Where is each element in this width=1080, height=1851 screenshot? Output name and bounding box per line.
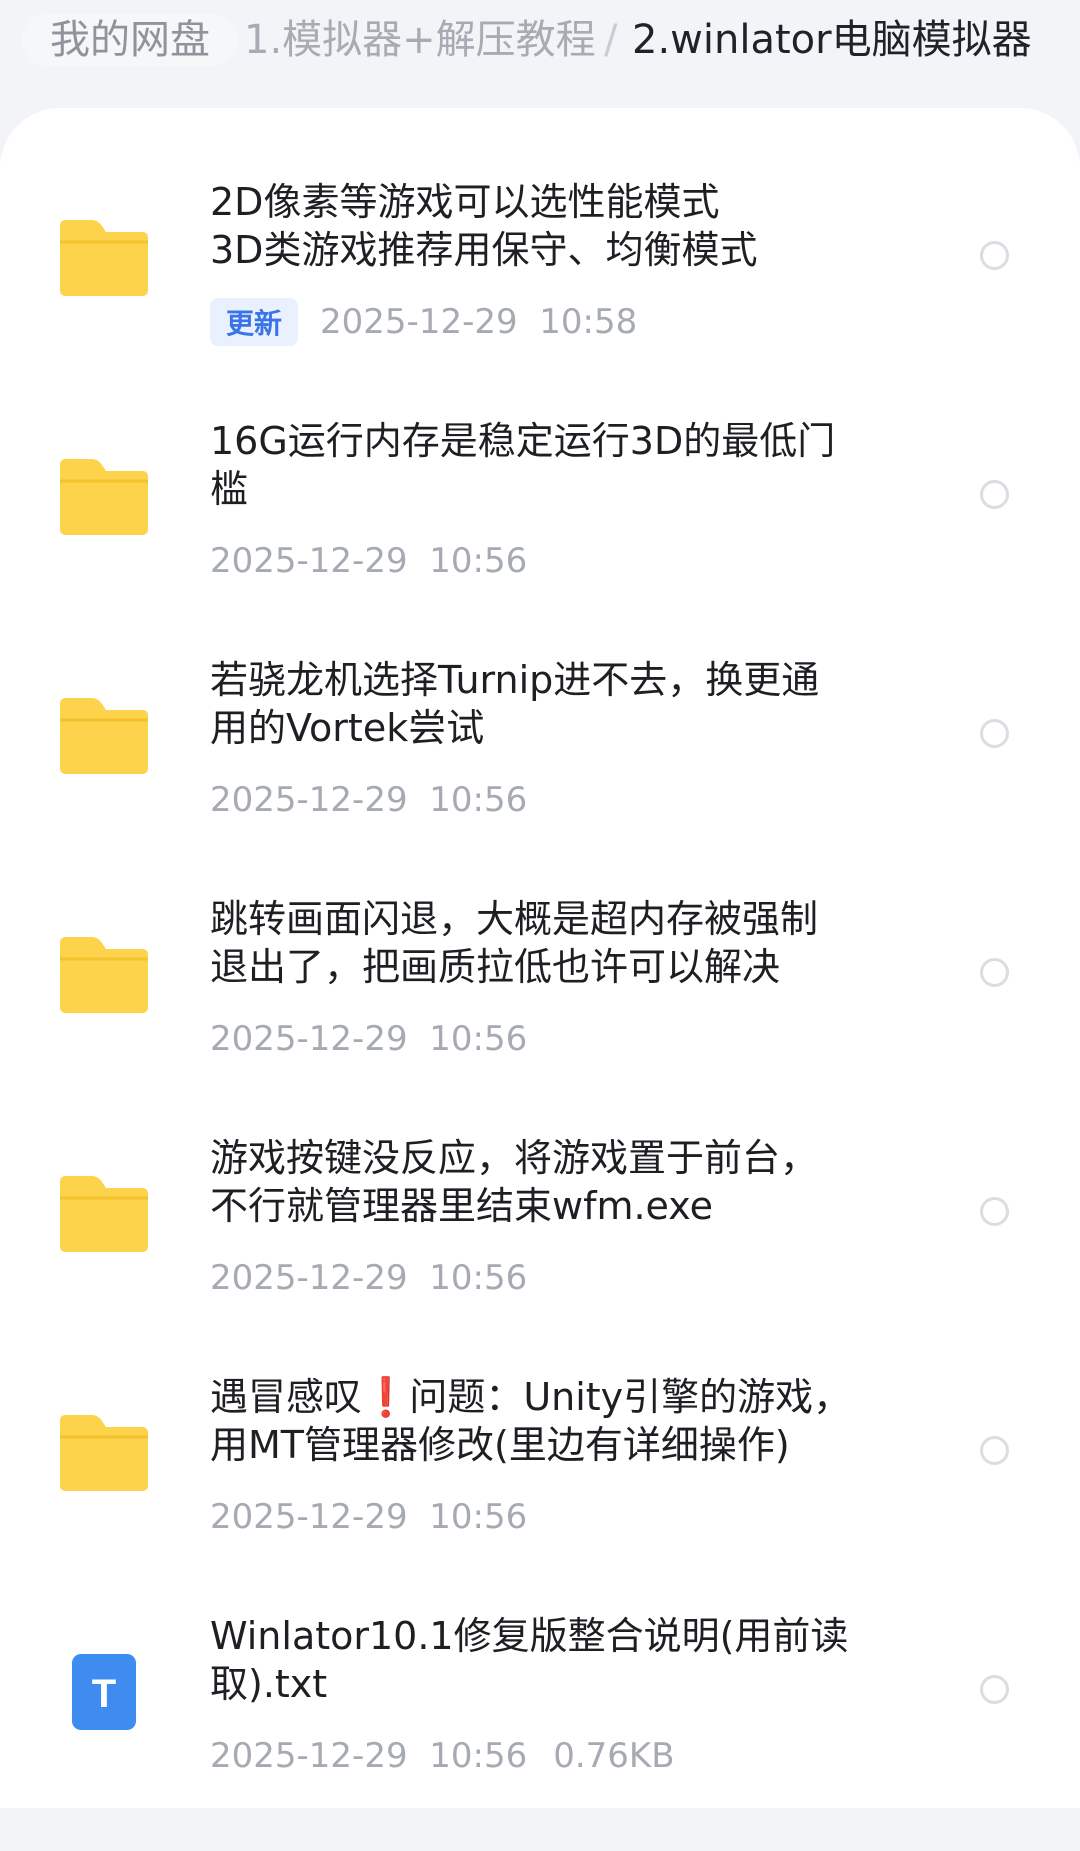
item-title: 跳转画面闪退，大概是超内存被强制 退出了，把画质拉低也许可以解决 bbox=[210, 897, 819, 989]
breadcrumb-parent[interactable]: 1.模拟器+解压教程 bbox=[244, 14, 596, 66]
select-checkbox[interactable] bbox=[980, 1436, 1009, 1465]
item-meta: 2025-12-29 10:56 0.76KB bbox=[210, 1730, 675, 1782]
select-checkbox[interactable] bbox=[980, 1197, 1009, 1226]
item-meta: 2025-12-29 10:56 bbox=[210, 1491, 527, 1543]
item-time: 10:58 bbox=[539, 302, 638, 342]
item-time: 10:56 bbox=[429, 541, 528, 581]
select-checkbox[interactable] bbox=[980, 958, 1009, 987]
update-badge: 更新 bbox=[210, 298, 299, 346]
item-title: Winlator10.1修复版整合说明(用前读 取).txt bbox=[210, 1614, 849, 1706]
item-title: 16G运行内存是稳定运行3D的最低门 槛 bbox=[210, 419, 836, 511]
list-item[interactable]: 跳转画面闪退，大概是超内存被强制 退出了，把画质拉低也许可以解决 2025-12… bbox=[0, 895, 1080, 1134]
txt-file-icon: T bbox=[60, 1654, 148, 1730]
file-size: 0.76KB bbox=[553, 1736, 675, 1776]
item-time: 10:56 bbox=[429, 1258, 528, 1298]
list-item[interactable]: 若骁龙机选择Turnip进不去，换更通 用的Vortek尝试 2025-12-2… bbox=[0, 656, 1080, 895]
item-time: 10:56 bbox=[429, 1497, 528, 1537]
item-date: 2025-12-29 bbox=[210, 1497, 408, 1537]
item-meta: 2025-12-29 10:56 bbox=[210, 1013, 527, 1065]
item-date: 2025-12-29 bbox=[210, 1019, 408, 1059]
select-checkbox[interactable] bbox=[980, 1675, 1009, 1704]
list-item[interactable]: 遇冒感叹❗问题：Unity引擎的游戏， 用MT管理器修改(里边有详细操作) 20… bbox=[0, 1373, 1080, 1612]
breadcrumb-root[interactable]: 我的网盘 bbox=[22, 14, 238, 66]
item-title: 若骁龙机选择Turnip进不去，换更通 用的Vortek尝试 bbox=[210, 658, 820, 750]
folder-icon bbox=[60, 220, 148, 296]
item-time: 10:56 bbox=[429, 1736, 528, 1776]
item-meta: 2025-12-29 10:56 bbox=[210, 535, 527, 587]
item-date: 2025-12-29 bbox=[210, 1736, 408, 1776]
list-item[interactable]: 16G运行内存是稳定运行3D的最低门 槛 2025-12-29 10:56 bbox=[0, 417, 1080, 656]
folder-icon bbox=[60, 1176, 148, 1252]
list-item[interactable]: T Winlator10.1修复版整合说明(用前读 取).txt 2025-12… bbox=[0, 1612, 1080, 1851]
breadcrumb: 我的网盘 1.模拟器+解压教程 / 2.winlator电脑模拟器 bbox=[0, 0, 1080, 90]
item-date: 2025-12-29 bbox=[210, 1258, 408, 1298]
item-date: 2025-12-29 bbox=[320, 302, 518, 342]
breadcrumb-separator: / bbox=[604, 17, 618, 63]
item-title: 2D像素等游戏可以选性能模式 3D类游戏推荐用保守、均衡模式 bbox=[210, 180, 758, 272]
select-checkbox[interactable] bbox=[980, 480, 1009, 509]
item-title: 游戏按键没反应，将游戏置于前台， 不行就管理器里结束wfm.exe bbox=[210, 1136, 819, 1228]
item-title: 遇冒感叹❗问题：Unity引擎的游戏， 用MT管理器修改(里边有详细操作) bbox=[210, 1375, 852, 1467]
txt-file-letter: T bbox=[92, 1672, 116, 1716]
item-meta: 更新 2025-12-29 10:58 bbox=[210, 296, 637, 348]
select-checkbox[interactable] bbox=[980, 719, 1009, 748]
select-checkbox[interactable] bbox=[980, 241, 1009, 270]
item-meta: 2025-12-29 10:56 bbox=[210, 774, 527, 826]
folder-icon bbox=[60, 937, 148, 1013]
folder-icon bbox=[60, 698, 148, 774]
item-time: 10:56 bbox=[429, 780, 528, 820]
item-date: 2025-12-29 bbox=[210, 780, 408, 820]
item-meta: 2025-12-29 10:56 bbox=[210, 1252, 527, 1304]
folder-icon bbox=[60, 459, 148, 535]
item-time: 10:56 bbox=[429, 1019, 528, 1059]
file-list: 2D像素等游戏可以选性能模式 3D类游戏推荐用保守、均衡模式 更新 2025-1… bbox=[0, 108, 1080, 1808]
list-item[interactable]: 游戏按键没反应，将游戏置于前台， 不行就管理器里结束wfm.exe 2025-1… bbox=[0, 1134, 1080, 1373]
list-item[interactable]: 2D像素等游戏可以选性能模式 3D类游戏推荐用保守、均衡模式 更新 2025-1… bbox=[0, 178, 1080, 417]
breadcrumb-current: 2.winlator电脑模拟器 bbox=[632, 17, 1032, 63]
item-date: 2025-12-29 bbox=[210, 541, 408, 581]
folder-icon bbox=[60, 1415, 148, 1491]
